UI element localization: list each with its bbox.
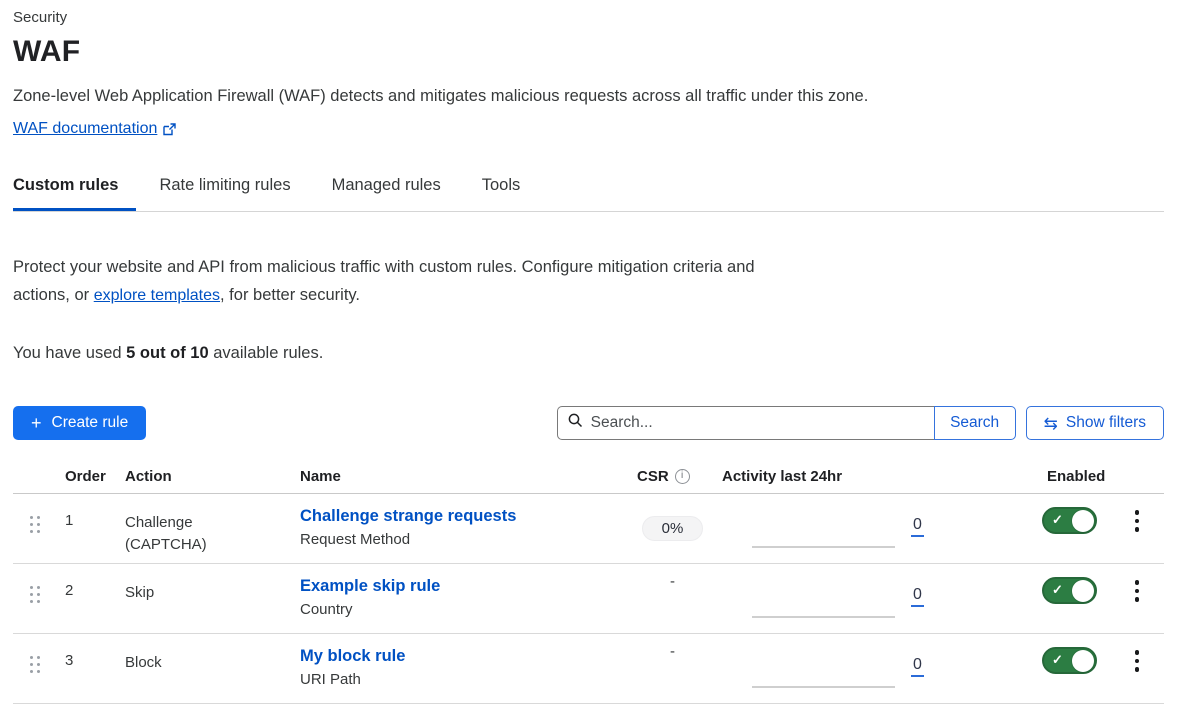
row-menu-button[interactable] (1129, 578, 1146, 633)
csr-value: - (630, 634, 715, 703)
toggle-knob (1072, 650, 1094, 672)
page-description: Zone-level Web Application Firewall (WAF… (13, 85, 1164, 107)
waf-documentation-link[interactable]: WAF documentation (13, 120, 157, 138)
rules-usage-text: You have used 5 out of 10 available rule… (13, 344, 1164, 363)
check-icon: ✓ (1052, 652, 1063, 668)
rule-field: URI Path (300, 671, 630, 688)
rule-order: 2 (57, 564, 118, 633)
row-menu-button[interactable] (1129, 648, 1146, 703)
intro-after: , for better security. (220, 286, 360, 304)
rule-order: 3 (57, 634, 118, 703)
rule-action: Block (118, 634, 299, 703)
info-icon[interactable]: i (675, 469, 690, 484)
activity-count-link[interactable]: 0 (911, 516, 924, 537)
table-header-row: Order Action Name CSR i Activity last 24… (13, 464, 1164, 494)
toolbar: + Create rule Search ⇆ Show filters (13, 406, 1164, 440)
show-filters-button[interactable]: ⇆ Show filters (1026, 406, 1164, 440)
explore-templates-link[interactable]: explore templates (94, 287, 220, 304)
search-box (557, 406, 934, 440)
header-activity: Activity last 24hr (715, 468, 1010, 493)
breadcrumb: Security (13, 8, 1164, 28)
search-icon (568, 413, 583, 433)
drag-handle[interactable] (30, 656, 40, 680)
rule-action: Skip (118, 564, 299, 633)
search-button[interactable]: Search (934, 406, 1016, 440)
check-icon: ✓ (1052, 582, 1063, 598)
activity-sparkline (752, 546, 895, 548)
external-link-icon (163, 123, 176, 136)
tab-tools[interactable]: Tools (482, 168, 539, 211)
drag-handle[interactable] (30, 516, 40, 540)
tab-bar: Custom rules Rate limiting rules Managed… (13, 168, 1164, 212)
enabled-toggle[interactable]: ✓ (1042, 577, 1097, 604)
drag-handle[interactable] (30, 586, 40, 610)
swap-arrows-icon: ⇆ (1044, 415, 1058, 432)
page-title: WAF (13, 35, 1164, 69)
table-row: 3 Block My block rule URI Path - 0 ✓ (13, 634, 1164, 704)
create-rule-button[interactable]: + Create rule (13, 406, 146, 440)
header-order: Order (57, 468, 118, 493)
rule-name-link[interactable]: Example skip rule (300, 577, 440, 595)
tab-rate-limiting-rules[interactable]: Rate limiting rules (159, 168, 308, 211)
activity-count-link[interactable]: 0 (911, 656, 924, 677)
table-row: 2 Skip Example skip rule Country - 0 ✓ (13, 564, 1164, 634)
rule-field: Request Method (300, 531, 630, 548)
table-row: 1 Challenge (CAPTCHA) Challenge strange … (13, 494, 1164, 564)
toggle-knob (1072, 580, 1094, 602)
rule-order: 1 (57, 494, 118, 563)
activity-sparkline (752, 616, 895, 618)
tab-managed-rules[interactable]: Managed rules (332, 168, 459, 211)
enabled-toggle[interactable]: ✓ (1042, 647, 1097, 674)
toggle-knob (1072, 510, 1094, 532)
activity-count-link[interactable]: 0 (911, 586, 924, 607)
rule-name-link[interactable]: Challenge strange requests (300, 507, 516, 525)
rule-action: Challenge (CAPTCHA) (118, 494, 299, 563)
tab-custom-rules[interactable]: Custom rules (13, 168, 136, 211)
activity-sparkline (752, 686, 895, 688)
intro-text: Protect your website and API from malici… (13, 253, 758, 310)
check-icon: ✓ (1052, 512, 1063, 528)
header-csr: CSR (637, 468, 669, 485)
plus-icon: + (31, 414, 42, 432)
rule-name-link[interactable]: My block rule (300, 647, 405, 665)
custom-rules-table: Order Action Name CSR i Activity last 24… (13, 464, 1164, 704)
waf-page: Security WAF Zone-level Web Application … (0, 0, 1177, 704)
csr-badge: 0% (642, 516, 704, 541)
header-action: Action (118, 468, 299, 493)
row-menu-button[interactable] (1129, 508, 1146, 563)
csr-value: - (630, 564, 715, 633)
enabled-toggle[interactable]: ✓ (1042, 507, 1097, 534)
search-input[interactable] (591, 414, 924, 432)
header-name: Name (299, 468, 630, 493)
rules-usage-count: 5 out of 10 (126, 344, 209, 362)
header-enabled: Enabled (1010, 468, 1110, 493)
rule-field: Country (300, 601, 630, 618)
